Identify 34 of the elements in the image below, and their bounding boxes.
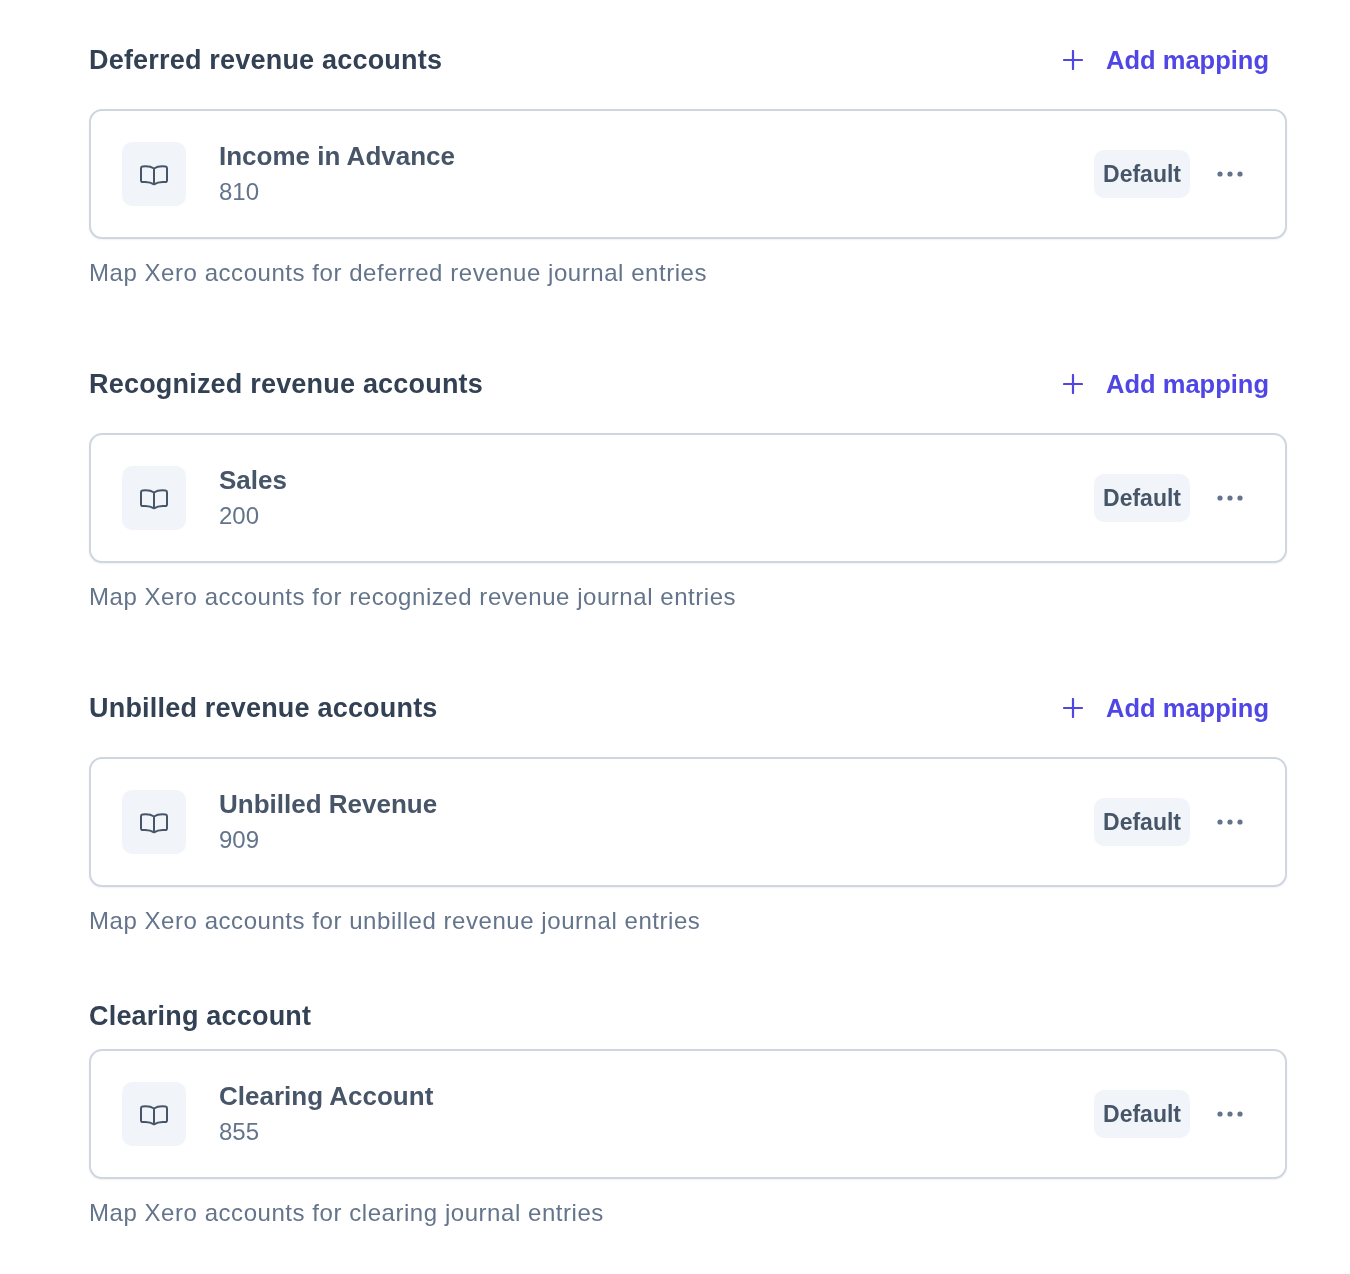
default-badge: Default bbox=[1094, 150, 1190, 198]
more-icon[interactable] bbox=[1217, 171, 1243, 177]
book-icon bbox=[122, 790, 186, 854]
section-description: Map Xero accounts for clearing journal entries bbox=[89, 1198, 604, 1228]
default-badge: Default bbox=[1094, 1090, 1190, 1138]
account-code: 200 bbox=[219, 501, 260, 531]
add-mapping-button[interactable]: Add mapping bbox=[1045, 28, 1287, 92]
section-description: Map Xero accounts for unbilled revenue journal entries bbox=[89, 906, 701, 936]
more-icon[interactable] bbox=[1217, 1111, 1243, 1117]
section-description: Map Xero accounts for deferred revenue journal entries bbox=[89, 258, 708, 288]
plus-icon bbox=[1063, 698, 1084, 718]
section-heading: Recognized revenue accounts bbox=[89, 368, 483, 400]
account-name: Sales bbox=[219, 464, 287, 497]
section-heading: Clearing account bbox=[89, 1000, 312, 1032]
plus-icon bbox=[1063, 374, 1084, 394]
account-name: Income in Advance bbox=[219, 140, 455, 173]
book-icon bbox=[122, 142, 186, 206]
add-mapping-button[interactable]: Add mapping bbox=[1045, 676, 1287, 740]
account-code: 909 bbox=[219, 825, 260, 855]
account-name: Unbilled Revenue bbox=[219, 788, 438, 821]
default-badge: Default bbox=[1094, 474, 1190, 522]
account-code: 855 bbox=[219, 1117, 260, 1147]
book-icon bbox=[122, 1082, 186, 1146]
book-icon bbox=[122, 466, 186, 530]
account-code: 810 bbox=[219, 177, 260, 207]
default-badge: Default bbox=[1094, 798, 1190, 846]
section-heading: Unbilled revenue accounts bbox=[89, 692, 438, 724]
plus-icon bbox=[1063, 50, 1084, 70]
section-description: Map Xero accounts for recognized revenue journal entries bbox=[89, 582, 737, 612]
section-heading: Deferred revenue accounts bbox=[89, 44, 443, 76]
more-icon[interactable] bbox=[1217, 495, 1243, 501]
add-mapping-button[interactable]: Add mapping bbox=[1045, 352, 1287, 416]
more-icon[interactable] bbox=[1217, 819, 1243, 825]
account-name: Clearing Account bbox=[219, 1080, 434, 1113]
